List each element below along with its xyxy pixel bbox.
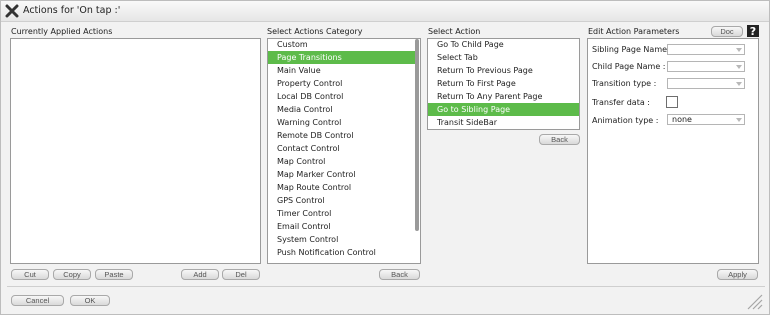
category-item[interactable]: System Control: [268, 233, 415, 246]
category-item[interactable]: Page Transitions: [268, 51, 415, 64]
child-page-select[interactable]: [667, 61, 745, 72]
apply-button[interactable]: Apply: [717, 269, 758, 280]
categories-label: Select Actions Category: [267, 27, 363, 36]
doc-button[interactable]: Doc: [711, 26, 743, 37]
category-item[interactable]: Contact Control: [268, 142, 415, 155]
category-item[interactable]: Map Marker Control: [268, 168, 415, 181]
categories-scrollbar[interactable]: [415, 39, 419, 231]
transition-type-label: Transition type :: [592, 79, 657, 88]
footer-separator: [7, 286, 765, 287]
category-item[interactable]: Warning Control: [268, 116, 415, 129]
action-item[interactable]: Go to Sibling Page: [428, 103, 579, 116]
actions-dialog: Actions for 'On tap :' Currently Applied…: [0, 0, 770, 315]
actions-back-button[interactable]: Back: [539, 134, 580, 145]
applied-actions-label: Currently Applied Actions: [11, 27, 113, 36]
sibling-page-label: Sibling Page Name :: [592, 45, 673, 54]
add-button[interactable]: Add: [181, 269, 219, 280]
params-label: Edit Action Parameters: [588, 27, 680, 36]
title-bar: Actions for 'On tap :': [1, 1, 769, 22]
sibling-page-select[interactable]: [667, 44, 745, 55]
resize-grip-icon[interactable]: [743, 290, 763, 310]
cut-button[interactable]: Cut: [11, 269, 49, 280]
category-item[interactable]: Custom: [268, 38, 415, 51]
category-item[interactable]: Local DB Control: [268, 90, 415, 103]
transfer-data-label: Transfer data :: [592, 98, 650, 107]
category-item[interactable]: Remote DB Control: [268, 129, 415, 142]
window-title: Actions for 'On tap :': [23, 5, 121, 16]
ok-button[interactable]: OK: [70, 295, 110, 306]
copy-button[interactable]: Copy: [53, 269, 91, 280]
action-item[interactable]: Return To Any Parent Page: [428, 90, 579, 103]
animation-type-select[interactable]: none: [667, 114, 745, 125]
animation-type-value: none: [672, 115, 692, 124]
transition-type-select[interactable]: [667, 78, 745, 89]
svg-text:?: ?: [750, 25, 756, 37]
applied-actions-list[interactable]: [10, 38, 261, 264]
category-item[interactable]: GPS Control: [268, 194, 415, 207]
paste-button[interactable]: Paste: [95, 269, 133, 280]
cancel-button[interactable]: Cancel: [11, 295, 64, 306]
del-button[interactable]: Del: [222, 269, 260, 280]
category-item[interactable]: Main Value: [268, 64, 415, 77]
action-item[interactable]: Select Tab: [428, 51, 579, 64]
chevron-down-icon: [736, 65, 742, 69]
categories-back-button[interactable]: Back: [379, 269, 420, 280]
chevron-down-icon: [736, 82, 742, 86]
action-item[interactable]: Return To Previous Page: [428, 64, 579, 77]
category-item[interactable]: Property Control: [268, 77, 415, 90]
category-item[interactable]: Media Control: [268, 103, 415, 116]
categories-list: Custom Page Transitions Main Value Property…: [268, 38, 415, 259]
category-item[interactable]: Timer Control: [268, 207, 415, 220]
animation-type-label: Animation type :: [592, 116, 659, 125]
category-item[interactable]: Map Route Control: [268, 181, 415, 194]
chevron-down-icon: [736, 48, 742, 52]
category-item[interactable]: Map Control: [268, 155, 415, 168]
action-item[interactable]: Go To Child Page: [428, 38, 579, 51]
category-item[interactable]: Push Notification Control: [268, 246, 415, 259]
actions-label: Select Action: [428, 27, 481, 36]
action-item[interactable]: Return To First Page: [428, 77, 579, 90]
action-item[interactable]: Transit SideBar: [428, 116, 579, 129]
close-icon[interactable]: [5, 4, 19, 18]
actions-list: Go To Child Page Select Tab Return To Prev…: [428, 38, 579, 129]
transfer-data-checkbox[interactable]: [666, 96, 678, 108]
category-item[interactable]: Email Control: [268, 220, 415, 233]
chevron-down-icon: [736, 118, 742, 122]
child-page-label: Child Page Name :: [592, 62, 666, 71]
help-icon[interactable]: ?: [747, 25, 759, 37]
